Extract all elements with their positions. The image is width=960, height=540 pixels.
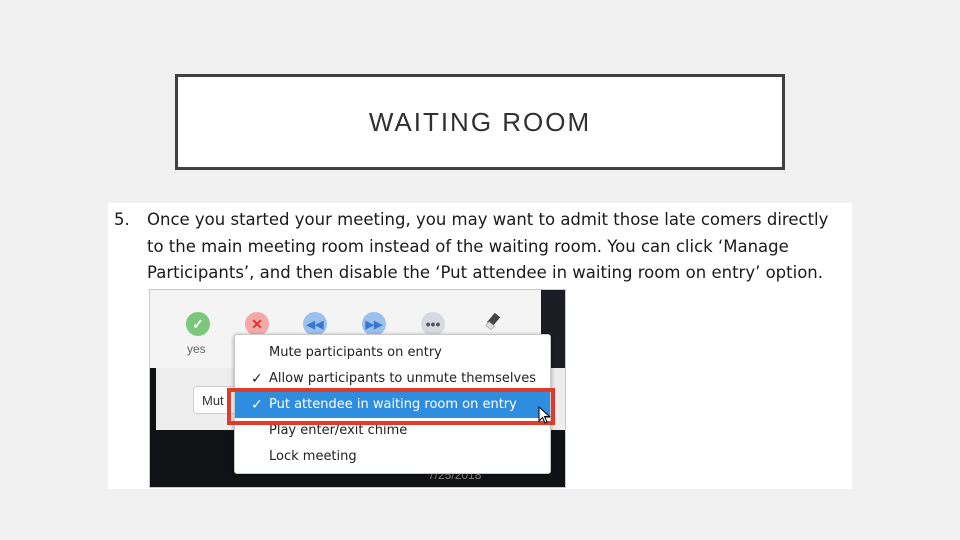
yes-label: yes <box>187 342 206 356</box>
step-text: Once you started your meeting, you may w… <box>147 210 829 282</box>
check-icon[interactable]: ✓ <box>186 312 210 336</box>
step-number: 5. <box>114 210 130 229</box>
slide-title: WAITING ROOM <box>368 106 592 137</box>
participants-screenshot: 7/25/2018 ✓ ✕ ◀◀ ▶▶ ••• yes Mut Mute par… <box>149 289 566 488</box>
menu-item-label: Mute participants on entry <box>269 345 442 360</box>
x-icon[interactable]: ✕ <box>245 312 269 336</box>
slide-title-box: WAITING ROOM <box>175 74 785 170</box>
eraser-icon[interactable] <box>484 312 504 332</box>
menu-item-label: Lock meeting <box>269 449 357 464</box>
menu-item-lock-meeting[interactable]: Lock meeting <box>235 444 550 470</box>
forward-icon[interactable]: ▶▶ <box>362 312 386 336</box>
rewind-icon[interactable]: ◀◀ <box>303 312 327 336</box>
mouse-cursor-icon <box>538 405 552 429</box>
menu-item-mute-on-entry[interactable]: Mute participants on entry <box>235 340 550 366</box>
slide-content: 5. Once you started your meeting, you ma… <box>108 203 852 489</box>
step-paragraph: 5. Once you started your meeting, you ma… <box>114 207 850 287</box>
more-icon[interactable]: ••• <box>421 312 445 336</box>
highlight-outline <box>227 388 555 425</box>
